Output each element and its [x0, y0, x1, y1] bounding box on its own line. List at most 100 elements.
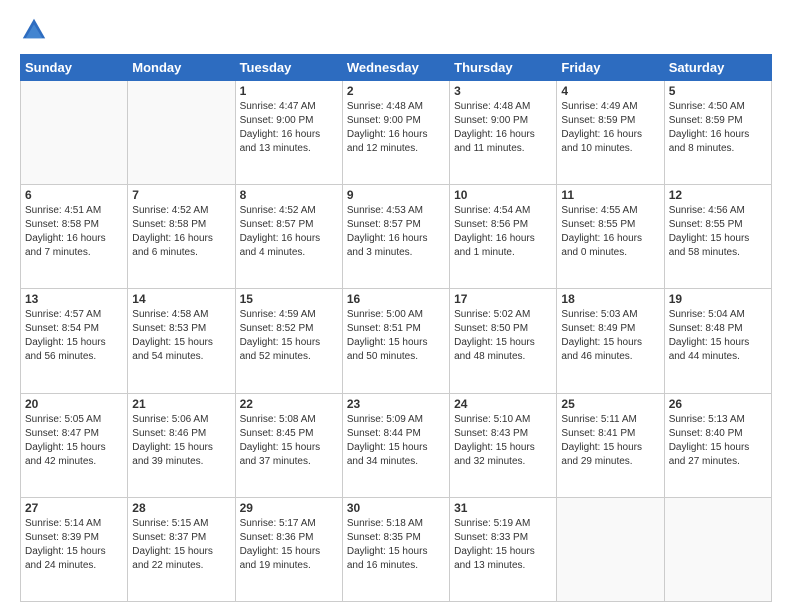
calendar-cell: 23 Sunrise: 5:09 AMSunset: 8:44 PMDayligh… — [342, 393, 449, 497]
day-number: 24 — [454, 397, 552, 411]
day-number: 16 — [347, 292, 445, 306]
day-number: 7 — [132, 188, 230, 202]
header — [20, 16, 772, 44]
logo-icon — [20, 16, 48, 44]
calendar-week-2: 6 Sunrise: 4:51 AMSunset: 8:58 PMDaylight… — [21, 185, 772, 289]
day-number: 19 — [669, 292, 767, 306]
day-number: 13 — [25, 292, 123, 306]
day-number: 8 — [240, 188, 338, 202]
calendar-cell: 11 Sunrise: 4:55 AMSunset: 8:55 PMDayligh… — [557, 185, 664, 289]
cell-daylight-info: Sunrise: 4:49 AMSunset: 8:59 PMDaylight:… — [561, 100, 659, 156]
cell-daylight-info: Sunrise: 5:08 AMSunset: 8:45 PMDaylight:… — [240, 413, 338, 469]
calendar-cell: 25 Sunrise: 5:11 AMSunset: 8:41 PMDayligh… — [557, 393, 664, 497]
calendar-cell: 8 Sunrise: 4:52 AMSunset: 8:57 PMDaylight… — [235, 185, 342, 289]
day-number: 30 — [347, 501, 445, 515]
day-number: 4 — [561, 84, 659, 98]
cell-daylight-info: Sunrise: 4:48 AMSunset: 9:00 PMDaylight:… — [454, 100, 552, 156]
calendar-week-4: 20 Sunrise: 5:05 AMSunset: 8:47 PMDayligh… — [21, 393, 772, 497]
day-number: 26 — [669, 397, 767, 411]
calendar-week-1: 1 Sunrise: 4:47 AMSunset: 9:00 PMDaylight… — [21, 81, 772, 185]
cell-daylight-info: Sunrise: 5:13 AMSunset: 8:40 PMDaylight:… — [669, 413, 767, 469]
calendar-cell: 16 Sunrise: 5:00 AMSunset: 8:51 PMDayligh… — [342, 289, 449, 393]
day-number: 23 — [347, 397, 445, 411]
calendar-cell: 15Sunrise: 4:59 AMSunset: 8:52 PMDayligh… — [235, 289, 342, 393]
calendar-cell: 6 Sunrise: 4:51 AMSunset: 8:58 PMDaylight… — [21, 185, 128, 289]
cell-daylight-info: Sunrise: 4:53 AMSunset: 8:57 PMDaylight:… — [347, 204, 445, 260]
weekday-header-row: SundayMondayTuesdayWednesdayThursdayFrid… — [21, 55, 772, 81]
cell-daylight-info: Sunrise: 4:51 AMSunset: 8:58 PMDaylight:… — [25, 204, 123, 260]
calendar-cell — [664, 497, 771, 601]
cell-daylight-info: Sunrise: 4:52 AMSunset: 8:57 PMDaylight:… — [240, 204, 338, 260]
weekday-header-friday: Friday — [557, 55, 664, 81]
day-number: 22 — [240, 397, 338, 411]
day-number: 29 — [240, 501, 338, 515]
calendar-cell: 5 Sunrise: 4:50 AMSunset: 8:59 PMDaylight… — [664, 81, 771, 185]
cell-daylight-info: Sunrise: 5:00 AMSunset: 8:51 PMDaylight:… — [347, 308, 445, 364]
calendar-week-5: 27 Sunrise: 5:14 AMSunset: 8:39 PMDayligh… — [21, 497, 772, 601]
calendar-cell: 14 Sunrise: 4:58 AMSunset: 8:53 PMDayligh… — [128, 289, 235, 393]
day-number: 15 — [240, 292, 338, 306]
cell-daylight-info: Sunrise: 5:18 AMSunset: 8:35 PMDaylight:… — [347, 517, 445, 573]
weekday-header-saturday: Saturday — [664, 55, 771, 81]
calendar-cell: 24 Sunrise: 5:10 AMSunset: 8:43 PMDayligh… — [450, 393, 557, 497]
day-number: 31 — [454, 501, 552, 515]
cell-daylight-info: Sunrise: 5:10 AMSunset: 8:43 PMDaylight:… — [454, 413, 552, 469]
calendar-cell: 30 Sunrise: 5:18 AMSunset: 8:35 PMDayligh… — [342, 497, 449, 601]
calendar-cell: 17 Sunrise: 5:02 AMSunset: 8:50 PMDayligh… — [450, 289, 557, 393]
page: SundayMondayTuesdayWednesdayThursdayFrid… — [0, 0, 792, 612]
day-number: 3 — [454, 84, 552, 98]
day-number: 17 — [454, 292, 552, 306]
weekday-header-wednesday: Wednesday — [342, 55, 449, 81]
day-number: 10 — [454, 188, 552, 202]
cell-daylight-info: Sunrise: 4:56 AMSunset: 8:55 PMDaylight:… — [669, 204, 767, 260]
cell-daylight-info: Sunrise: 5:19 AMSunset: 8:33 PMDaylight:… — [454, 517, 552, 573]
calendar-cell: 26 Sunrise: 5:13 AMSunset: 8:40 PMDayligh… — [664, 393, 771, 497]
weekday-header-tuesday: Tuesday — [235, 55, 342, 81]
calendar-cell: 28 Sunrise: 5:15 AMSunset: 8:37 PMDayligh… — [128, 497, 235, 601]
calendar-cell: 2 Sunrise: 4:48 AMSunset: 9:00 PMDaylight… — [342, 81, 449, 185]
calendar-cell: 20 Sunrise: 5:05 AMSunset: 8:47 PMDayligh… — [21, 393, 128, 497]
cell-daylight-info: Sunrise: 5:02 AMSunset: 8:50 PMDaylight:… — [454, 308, 552, 364]
cell-daylight-info: Sunrise: 5:06 AMSunset: 8:46 PMDaylight:… — [132, 413, 230, 469]
calendar-cell — [21, 81, 128, 185]
cell-daylight-info: Sunrise: 5:09 AMSunset: 8:44 PMDaylight:… — [347, 413, 445, 469]
calendar-cell: 12 Sunrise: 4:56 AMSunset: 8:55 PMDayligh… — [664, 185, 771, 289]
calendar-cell: 31 Sunrise: 5:19 AMSunset: 8:33 PMDayligh… — [450, 497, 557, 601]
calendar-week-3: 13Sunrise: 4:57 AMSunset: 8:54 PMDayligh… — [21, 289, 772, 393]
cell-daylight-info: Sunrise: 4:47 AMSunset: 9:00 PMDaylight:… — [240, 100, 338, 156]
cell-daylight-info: Sunrise: 4:55 AMSunset: 8:55 PMDaylight:… — [561, 204, 659, 260]
logo — [20, 16, 52, 44]
day-number: 25 — [561, 397, 659, 411]
day-number: 6 — [25, 188, 123, 202]
weekday-header-sunday: Sunday — [21, 55, 128, 81]
calendar-cell: 18 Sunrise: 5:03 AMSunset: 8:49 PMDayligh… — [557, 289, 664, 393]
day-number: 18 — [561, 292, 659, 306]
day-number: 14 — [132, 292, 230, 306]
cell-daylight-info: Sunrise: 5:03 AMSunset: 8:49 PMDaylight:… — [561, 308, 659, 364]
calendar-cell: 3 Sunrise: 4:48 AMSunset: 9:00 PMDaylight… — [450, 81, 557, 185]
day-number: 11 — [561, 188, 659, 202]
calendar-cell: 1 Sunrise: 4:47 AMSunset: 9:00 PMDaylight… — [235, 81, 342, 185]
day-number: 1 — [240, 84, 338, 98]
day-number: 28 — [132, 501, 230, 515]
calendar-cell: 22 Sunrise: 5:08 AMSunset: 8:45 PMDayligh… — [235, 393, 342, 497]
cell-daylight-info: Sunrise: 5:14 AMSunset: 8:39 PMDaylight:… — [25, 517, 123, 573]
day-number: 5 — [669, 84, 767, 98]
day-number: 12 — [669, 188, 767, 202]
cell-daylight-info: Sunrise: 4:54 AMSunset: 8:56 PMDaylight:… — [454, 204, 552, 260]
weekday-header-thursday: Thursday — [450, 55, 557, 81]
calendar-cell: 9Sunrise: 4:53 AMSunset: 8:57 PMDaylight… — [342, 185, 449, 289]
cell-daylight-info: Sunrise: 4:58 AMSunset: 8:53 PMDaylight:… — [132, 308, 230, 364]
calendar-cell: 27 Sunrise: 5:14 AMSunset: 8:39 PMDayligh… — [21, 497, 128, 601]
calendar-cell: 10 Sunrise: 4:54 AMSunset: 8:56 PMDayligh… — [450, 185, 557, 289]
cell-daylight-info: Sunrise: 4:50 AMSunset: 8:59 PMDaylight:… — [669, 100, 767, 156]
cell-daylight-info: Sunrise: 5:11 AMSunset: 8:41 PMDaylight:… — [561, 413, 659, 469]
cell-daylight-info: Sunrise: 4:48 AMSunset: 9:00 PMDaylight:… — [347, 100, 445, 156]
day-number: 2 — [347, 84, 445, 98]
day-number: 20 — [25, 397, 123, 411]
calendar-cell: 7Sunrise: 4:52 AMSunset: 8:58 PMDaylight… — [128, 185, 235, 289]
cell-daylight-info: Sunrise: 5:05 AMSunset: 8:47 PMDaylight:… — [25, 413, 123, 469]
day-number: 27 — [25, 501, 123, 515]
calendar-cell: 19Sunrise: 5:04 AMSunset: 8:48 PMDayligh… — [664, 289, 771, 393]
cell-daylight-info: Sunrise: 5:15 AMSunset: 8:37 PMDaylight:… — [132, 517, 230, 573]
